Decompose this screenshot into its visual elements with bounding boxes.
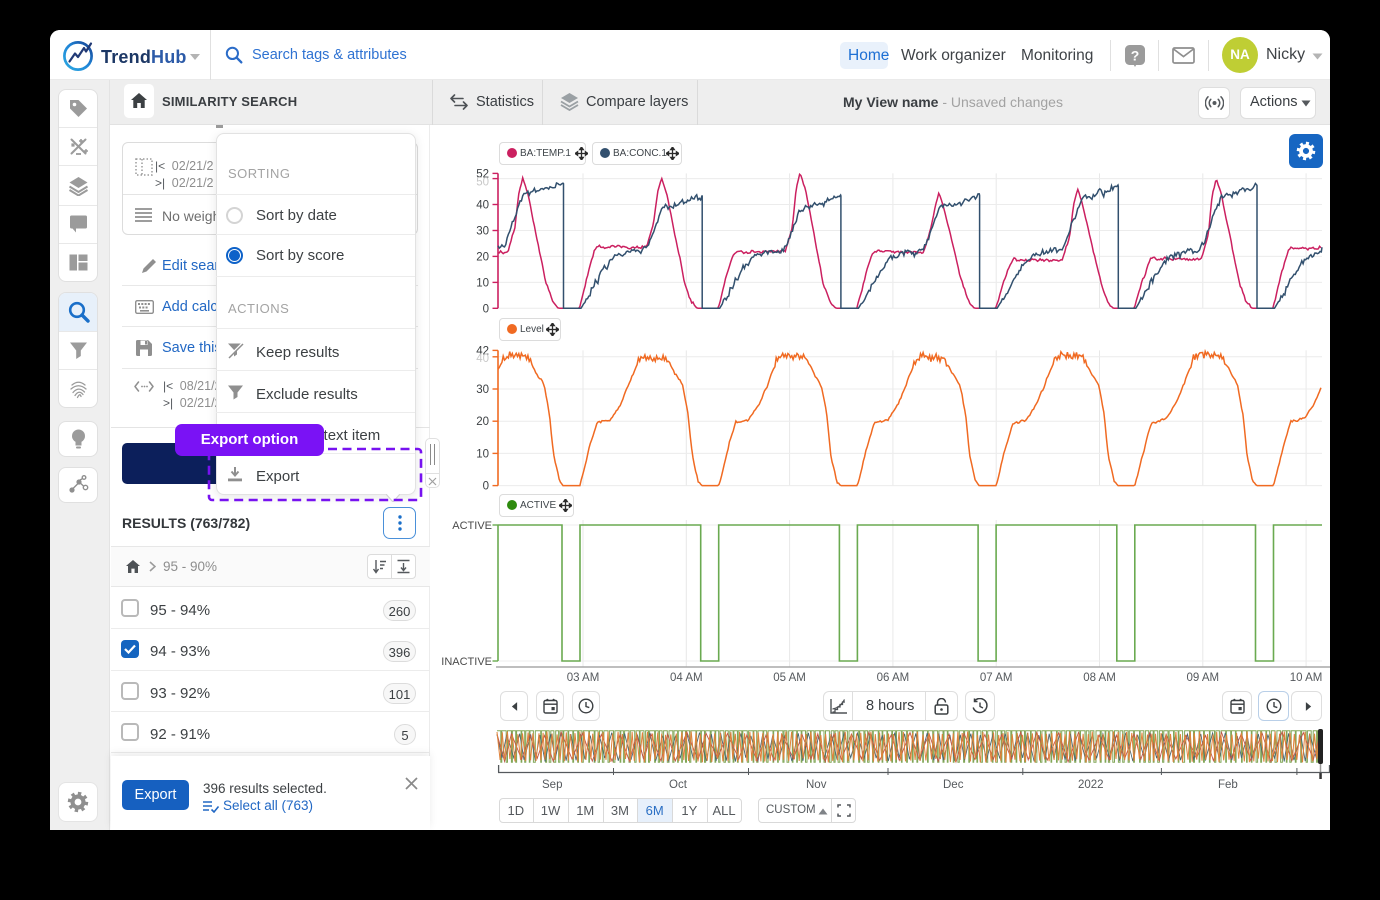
svg-text:30: 30 <box>476 225 489 237</box>
svg-text:20: 20 <box>476 251 489 263</box>
svg-text:0: 0 <box>483 481 489 493</box>
svg-text:20: 20 <box>476 416 489 428</box>
svg-text:ACTIVE: ACTIVE <box>452 520 492 532</box>
svg-text:03 AM: 03 AM <box>567 672 600 684</box>
svg-text:05 AM: 05 AM <box>773 672 806 684</box>
svg-text:10 AM: 10 AM <box>1290 672 1323 684</box>
svg-text:06 AM: 06 AM <box>877 672 910 684</box>
svg-text:09 AM: 09 AM <box>1186 672 1219 684</box>
svg-text:INACTIVE: INACTIVE <box>441 656 492 668</box>
svg-text:08 AM: 08 AM <box>1083 672 1116 684</box>
svg-text:10: 10 <box>476 448 489 460</box>
svg-text:?: ? <box>1131 48 1140 64</box>
svg-text:07 AM: 07 AM <box>980 672 1013 684</box>
svg-text:10: 10 <box>476 277 489 289</box>
svg-text:50: 50 <box>476 176 489 188</box>
svg-text:40: 40 <box>476 200 489 212</box>
svg-text:30: 30 <box>476 384 489 396</box>
svg-text:04 AM: 04 AM <box>670 672 703 684</box>
svg-text:0: 0 <box>483 303 489 315</box>
svg-text:40: 40 <box>476 353 489 365</box>
